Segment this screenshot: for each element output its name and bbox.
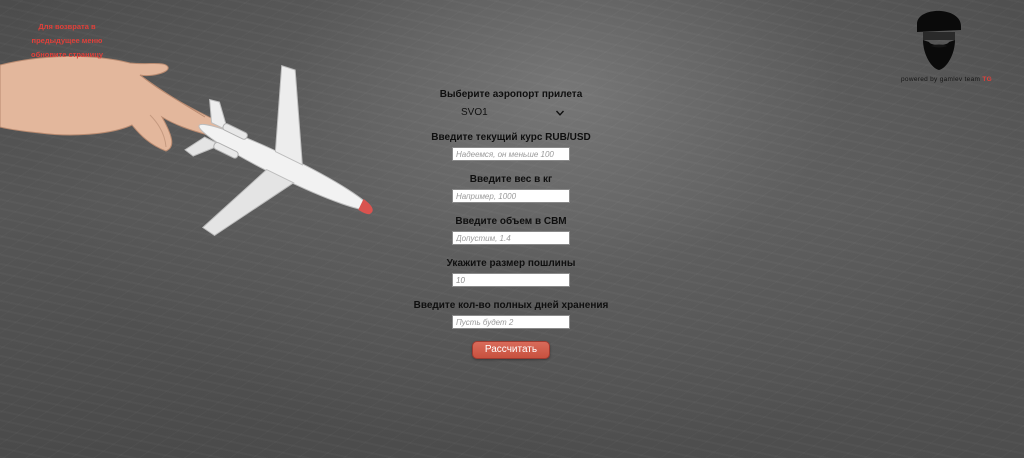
airport-select[interactable]: SVO1 [452,106,570,120]
storage-days-input[interactable] [452,315,570,329]
powered-by-accent: TG [982,76,992,83]
duty-label: Укажите размер пошлины [446,258,576,269]
rate-label: Введите текущий курс RUB/USD [431,132,591,143]
airport-select-value: SVO1 [461,107,488,118]
chevron-down-icon [555,110,565,116]
hand-airplane-illustration [0,55,400,245]
weight-input[interactable] [452,189,570,203]
volume-label: Введите объем в CBM [455,216,567,227]
rate-input[interactable] [452,147,570,161]
airport-label: Выберите аэропорт прилета [439,89,583,100]
back-link[interactable]: Для возврата в предыдущее меню обновите … [22,20,112,62]
bearded-man-icon [917,10,961,70]
calculation-form: Выберите аэропорт прилета SVO1 Введите т… [400,88,622,359]
volume-input[interactable] [452,231,570,245]
calculate-button[interactable]: Рассчитать [472,341,550,359]
powered-by-label: powered by gamlev team [901,76,981,83]
powered-by-text: powered by gamlev team TG [901,76,992,83]
duty-input[interactable] [452,273,570,287]
weight-label: Введите вес в кг [469,174,553,185]
brand-logo: powered by gamlev team TG [897,10,1007,92]
storage-days-label: Введите кол-во полных дней хранения [413,300,609,311]
